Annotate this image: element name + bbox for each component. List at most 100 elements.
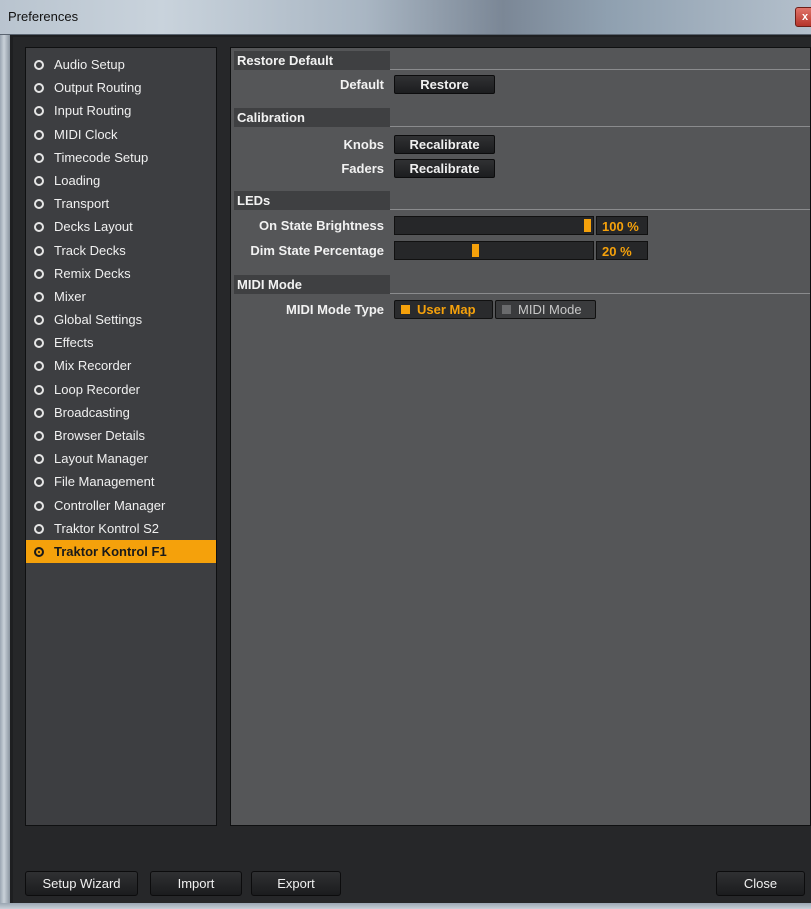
radio-bullet-icon	[34, 523, 44, 534]
sidebar-item-traktor-kontrol-s2[interactable]: Traktor Kontrol S2	[26, 517, 216, 540]
close-icon: x	[802, 11, 809, 23]
radio-bullet-icon	[34, 291, 44, 302]
midi-mode-toggle[interactable]: MIDI Mode	[495, 300, 596, 319]
sidebar-item-remix-decks[interactable]: Remix Decks	[26, 262, 216, 285]
sidebar-item-label: Decks Layout	[54, 219, 133, 235]
sidebar-item-controller-manager[interactable]: Controller Manager	[26, 494, 216, 517]
sidebar-item-decks-layout[interactable]: Decks Layout	[26, 215, 216, 238]
user-map-toggle[interactable]: User Map	[394, 300, 493, 319]
radio-bullet-icon	[34, 384, 44, 395]
sidebar-item-label: MIDI Clock	[54, 126, 118, 142]
sidebar-item-input-routing[interactable]: Input Routing	[26, 99, 216, 122]
radio-bullet-icon	[34, 361, 44, 372]
radio-bullet-icon	[34, 199, 44, 210]
default-label: Default	[339, 77, 384, 92]
slider-thumb[interactable]	[584, 219, 591, 232]
dim-state-percentage-slider[interactable]	[394, 241, 594, 260]
sidebar-item-label: Controller Manager	[54, 497, 166, 513]
window-title: Preferences	[8, 9, 79, 24]
sidebar-item-file-management[interactable]: File Management	[26, 470, 216, 493]
recalibrate-faders-button[interactable]: Recalibrate	[394, 159, 495, 178]
radio-bullet-icon	[34, 454, 44, 465]
sidebar-item-audio-setup[interactable]: Audio Setup	[26, 53, 216, 76]
sidebar-item-mix-recorder[interactable]: Mix Recorder	[26, 354, 216, 377]
sidebar-item-timecode-setup[interactable]: Timecode Setup	[26, 146, 216, 169]
window-frame-left	[0, 35, 10, 909]
sidebar-item-mixer[interactable]: Mixer	[26, 285, 216, 308]
sidebar-item-label: Loading	[54, 172, 101, 188]
radio-bullet-icon	[34, 315, 44, 326]
dim-state-percentage-value[interactable]: 20 %	[596, 241, 648, 260]
sidebar-item-layout-manager[interactable]: Layout Manager	[26, 447, 216, 470]
radio-bullet-icon	[34, 83, 44, 94]
sidebar-item-global-settings[interactable]: Global Settings	[26, 308, 216, 331]
close-button[interactable]: Close	[716, 871, 805, 896]
window-close-button[interactable]: x	[795, 7, 811, 27]
sidebar-item-broadcasting[interactable]: Broadcasting	[26, 401, 216, 424]
restore-button[interactable]: Restore	[394, 75, 495, 94]
sidebar-item-track-decks[interactable]: Track Decks	[26, 239, 216, 262]
sidebar-item-label: Track Decks	[54, 242, 126, 258]
sidebar-list: Audio Setup Output Routing Input Routing MI…	[26, 53, 216, 564]
sidebar-item-label: Input Routing	[54, 103, 132, 119]
sidebar-item-label: Mix Recorder	[54, 358, 132, 374]
setup-wizard-button[interactable]: Setup Wizard	[25, 871, 138, 896]
radio-bullet-icon	[34, 338, 44, 349]
sidebar-item-label: Loop Recorder	[54, 381, 140, 397]
radio-bullet-icon	[34, 106, 44, 117]
midi-mode-label: MIDI Mode	[518, 302, 582, 317]
window-frame-bottom	[0, 903, 811, 909]
section-heading: Calibration	[234, 108, 390, 127]
title-bar: Preferences x	[0, 0, 811, 35]
section-heading: MIDI Mode	[234, 275, 390, 294]
sidebar-item-transport[interactable]: Transport	[26, 192, 216, 215]
sidebar-item-output-routing[interactable]: Output Routing	[26, 76, 216, 99]
sidebar-item-label: Audio Setup	[54, 57, 125, 72]
section-restore-default: Restore Default	[234, 51, 810, 70]
radio-bullet-icon	[34, 222, 44, 233]
preferences-sidebar: Audio Setup Output Routing Input Routing MI…	[25, 47, 217, 826]
import-button[interactable]: Import	[150, 871, 242, 896]
section-leds: LEDs	[234, 191, 810, 210]
sidebar-item-label: Layout Manager	[54, 451, 148, 467]
sidebar-item-traktor-kontrol-f1[interactable]: Traktor Kontrol F1	[26, 539, 216, 564]
dim-state-percentage-label: Dim State Percentage	[250, 243, 384, 258]
sidebar-item-label: Broadcasting	[54, 404, 130, 420]
on-state-brightness-value[interactable]: 100 %	[596, 216, 648, 235]
sidebar-item-effects[interactable]: Effects	[26, 331, 216, 354]
export-button[interactable]: Export	[251, 871, 341, 896]
sidebar-item-label: File Management	[54, 474, 155, 490]
sidebar-item-label: Transport	[54, 196, 110, 212]
radio-bullet-icon	[34, 500, 44, 511]
radio-bullet-icon	[34, 175, 44, 186]
sidebar-item-label: Browser Details	[54, 428, 146, 443]
sidebar-item-label: Effects	[54, 335, 94, 351]
sidebar-item-label: Output Routing	[54, 80, 142, 96]
sidebar-item-loading[interactable]: Loading	[26, 169, 216, 192]
radio-bullet-icon	[34, 407, 44, 418]
slider-thumb[interactable]	[472, 244, 479, 257]
radio-bullet-icon	[34, 245, 44, 256]
section-calibration: Calibration	[234, 108, 810, 127]
preferences-content-panel: Restore Default Default Restore Calibrat…	[230, 47, 811, 826]
on-state-brightness-label: On State Brightness	[259, 218, 384, 233]
recalibrate-knobs-button[interactable]: Recalibrate	[394, 135, 495, 154]
sidebar-item-label: Mixer	[54, 288, 86, 304]
knobs-label: Knobs	[343, 137, 384, 152]
sidebar-item-label: Timecode Setup	[54, 149, 149, 165]
midi-mode-type-label: MIDI Mode Type	[286, 302, 384, 317]
section-divider	[390, 126, 810, 127]
user-map-label: User Map	[417, 302, 476, 317]
sidebar-item-label: Remix Decks	[54, 265, 131, 281]
sidebar-item-label: Global Settings	[54, 312, 143, 328]
on-state-brightness-slider[interactable]	[394, 216, 594, 235]
radio-bullet-icon	[34, 60, 44, 70]
sidebar-item-loop-recorder[interactable]: Loop Recorder	[26, 378, 216, 401]
sidebar-item-browser-details[interactable]: Browser Details	[26, 424, 216, 447]
section-divider	[390, 293, 810, 294]
section-divider	[390, 69, 810, 70]
sidebar-item-midi-clock[interactable]: MIDI Clock	[26, 123, 216, 146]
radio-bullet-icon	[34, 546, 44, 557]
radio-bullet-icon	[34, 477, 44, 488]
radio-bullet-icon	[34, 268, 44, 279]
